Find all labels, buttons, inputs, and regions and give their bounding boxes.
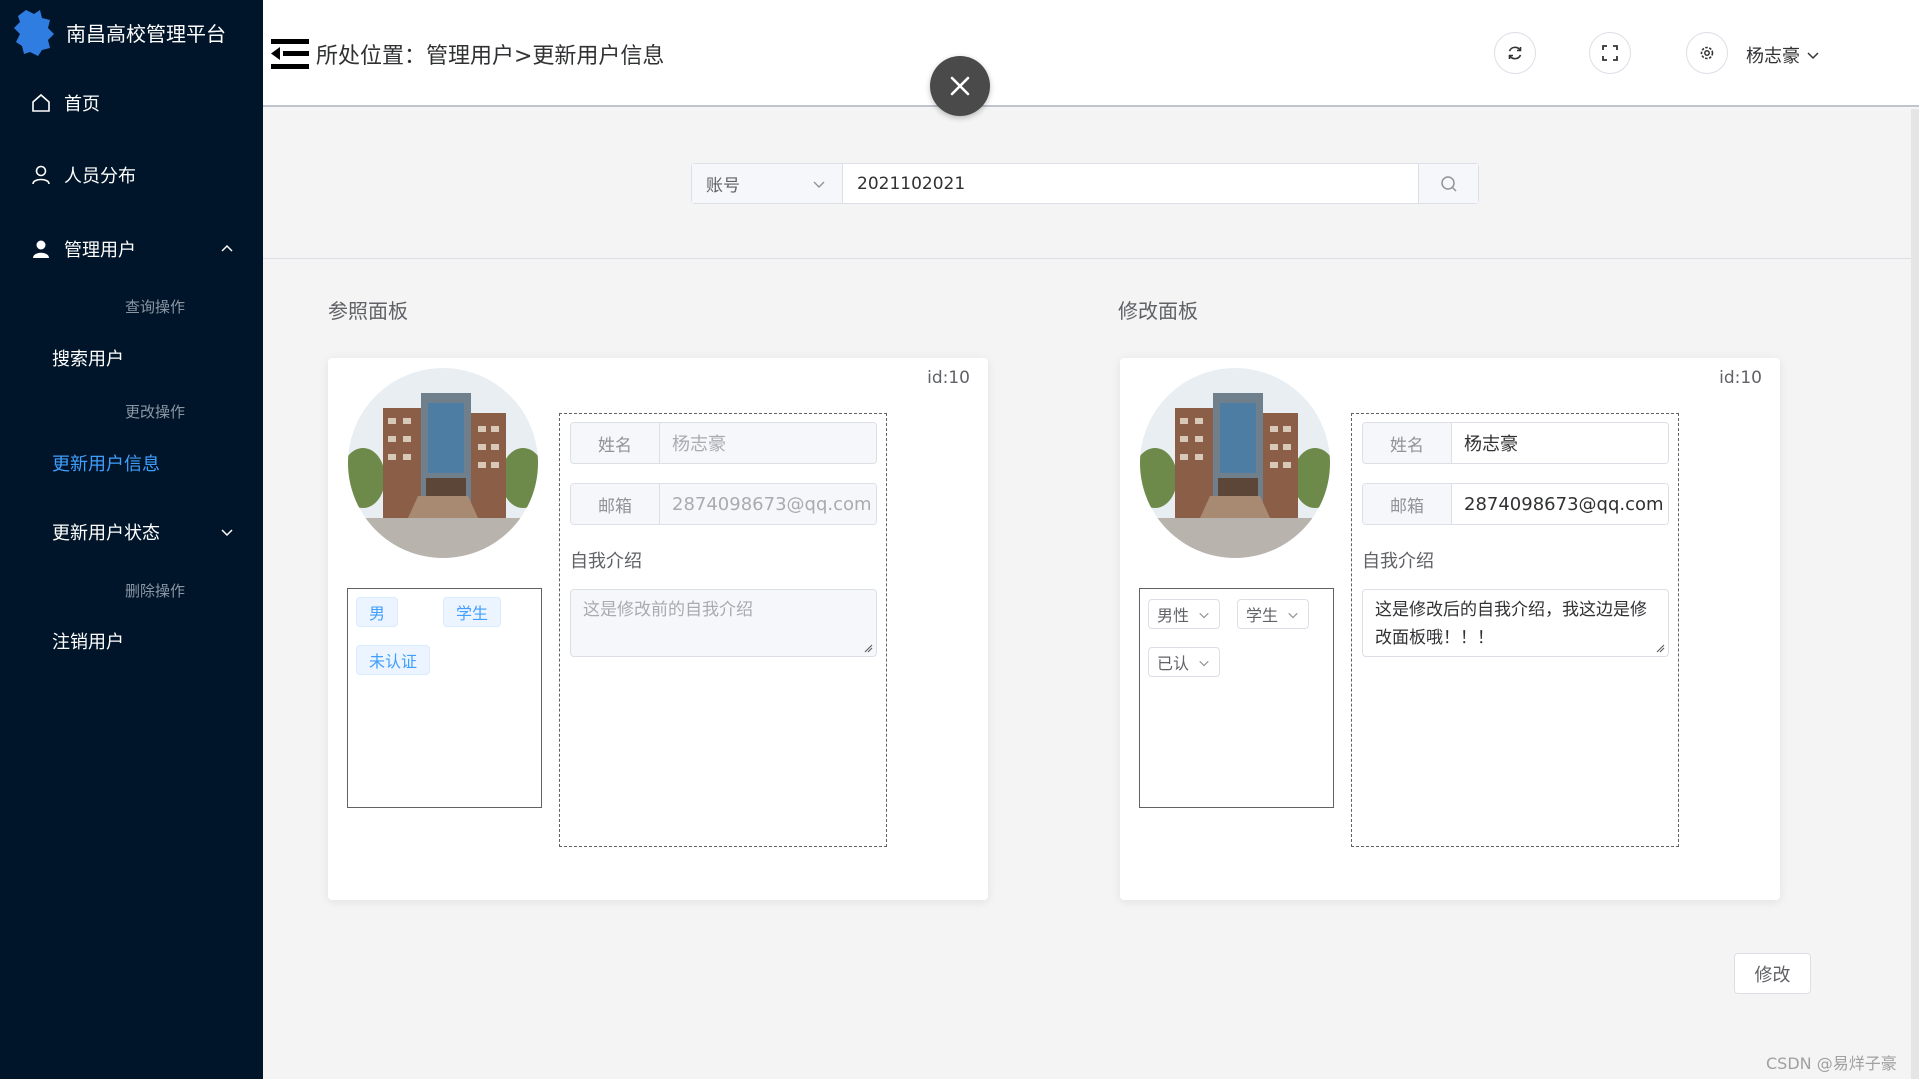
sidebar-item-label: 人员分布 <box>64 166 136 187</box>
email-input[interactable]: 2874098673@qq.com <box>1452 484 1668 524</box>
sidebar-item-update-user-info[interactable]: 更新用户信息 <box>0 438 263 488</box>
search-button[interactable] <box>1418 164 1478 203</box>
chevron-up-icon <box>221 244 233 252</box>
campus-building-image <box>1140 368 1330 558</box>
email-label: 邮箱 <box>571 484 660 524</box>
user-id: id:10 <box>1719 368 1762 388</box>
email-label: 邮箱 <box>1363 484 1452 524</box>
sidebar-item-update-user-status[interactable]: 更新用户状态 <box>0 507 263 557</box>
email-field[interactable]: 邮箱 2874098673@qq.com <box>1362 483 1669 525</box>
name-field: 姓名 杨志豪 <box>570 422 877 464</box>
group-title-label: 更改操作 <box>125 402 186 421</box>
user-tags-box: 男 学生 未认证 <box>347 588 542 808</box>
refresh-icon <box>1508 46 1522 60</box>
search-type-select[interactable]: 账号 <box>692 164 843 203</box>
sidebar-item-label: 搜索用户 <box>52 349 124 370</box>
email-value: 2874098673@qq.com <box>660 484 876 524</box>
intro-textarea: 这是修改前的自我介绍 <box>570 589 877 657</box>
search-icon <box>1440 175 1457 192</box>
search-input[interactable] <box>843 164 1418 203</box>
sidebar: 南昌高校管理平台 首页 人员分布 管理用户 查询操作 搜索用户 更改操作 更新用… <box>0 0 263 1079</box>
name-label: 姓名 <box>571 423 660 463</box>
sidebar-item-search-user[interactable]: 搜索用户 <box>0 333 263 383</box>
group-title-modify: 更改操作 <box>0 396 263 426</box>
sidebar-item-label: 管理用户 <box>64 240 136 261</box>
app-title: 南昌高校管理平台 <box>66 22 226 46</box>
name-label: 姓名 <box>1363 423 1452 463</box>
role-select-value: 学生 <box>1246 606 1279 625</box>
gender-tag: 男 <box>356 597 399 627</box>
resize-grip-icon <box>864 644 873 653</box>
reference-panel-card: id:10 男 学生 未认证 姓名 杨志豪 邮箱 2874098673@qq.c… <box>328 358 988 900</box>
sidebar-item-home[interactable]: 首页 <box>0 78 263 128</box>
sidebar-item-manage-users[interactable]: 管理用户 <box>0 224 263 274</box>
modify-panel-title: 修改面板 <box>1118 299 1198 323</box>
chevron-down-icon <box>813 181 825 188</box>
page-scrollbar[interactable] <box>1911 109 1919 1079</box>
submit-modify-button[interactable]: 修改 <box>1734 953 1811 994</box>
sidebar-item-people[interactable]: 人员分布 <box>0 150 263 200</box>
name-field[interactable]: 姓名 杨志豪 <box>1362 422 1669 464</box>
intro-text: 这是修改后的自我介绍，我这边是修改面板哦！！！ <box>1375 600 1647 648</box>
name-value: 杨志豪 <box>660 423 876 463</box>
gender-select-value: 男性 <box>1157 606 1190 625</box>
sidebar-item-label: 首页 <box>64 94 100 115</box>
user-outline-icon <box>32 165 50 185</box>
verification-tag: 未认证 <box>356 645 431 675</box>
intro-label: 自我介绍 <box>1362 551 1434 572</box>
modify-panel-card: id:10 男性 学生 已认 姓名 杨志豪 邮箱 2874098673@qq.c… <box>1120 358 1780 900</box>
sidebar-item-label: 更新用户状态 <box>52 523 160 544</box>
chevron-down-icon <box>1288 612 1298 619</box>
jiangxi-map-logo-icon <box>14 10 54 56</box>
chevron-down-icon <box>1199 660 1209 667</box>
home-icon <box>32 93 50 112</box>
chevron-down-icon <box>1807 52 1819 60</box>
user-selects-box: 男性 学生 已认 <box>1139 588 1334 808</box>
email-field: 邮箱 2874098673@qq.com <box>570 483 877 525</box>
fullscreen-icon <box>1602 45 1618 61</box>
sidebar-item-cancel-user[interactable]: 注销用户 <box>0 616 263 666</box>
verification-select-value: 已认 <box>1157 654 1190 673</box>
fullscreen-button[interactable] <box>1589 32 1631 74</box>
username: 杨志豪 <box>1746 46 1800 67</box>
gear-icon <box>1700 46 1714 60</box>
reference-form: 姓名 杨志豪 邮箱 2874098673@qq.com 自我介绍 这是修改前的自… <box>559 413 887 847</box>
menu-fold-icon[interactable] <box>269 36 311 72</box>
group-title-query: 查询操作 <box>0 291 263 321</box>
close-button[interactable] <box>930 56 990 116</box>
user-filled-icon <box>33 240 49 258</box>
refresh-button[interactable] <box>1494 32 1536 74</box>
intro-text: 这是修改前的自我介绍 <box>583 600 753 620</box>
intro-textarea[interactable]: 这是修改后的自我介绍，我这边是修改面板哦！！！ <box>1362 589 1669 657</box>
campus-building-image <box>348 368 538 558</box>
intro-label: 自我介绍 <box>570 551 642 572</box>
gender-select[interactable]: 男性 <box>1148 599 1221 629</box>
group-title-delete: 删除操作 <box>0 575 263 605</box>
watermark: CSDN @易烊子豪 <box>1766 1054 1897 1073</box>
sidebar-item-label: 注销用户 <box>52 632 124 653</box>
search-type-value: 账号 <box>706 176 740 196</box>
avatar[interactable] <box>1140 368 1330 558</box>
settings-button[interactable] <box>1686 32 1728 74</box>
name-input[interactable]: 杨志豪 <box>1452 423 1668 463</box>
avatar <box>348 368 538 558</box>
sidebar-item-label: 更新用户信息 <box>52 454 160 475</box>
logo-row[interactable]: 南昌高校管理平台 <box>0 0 263 64</box>
resize-grip-icon[interactable] <box>1655 643 1665 653</box>
search-bar: 账号 <box>691 163 1479 204</box>
role-tag: 学生 <box>443 597 502 627</box>
breadcrumb: 所处位置：管理用户>更新用户信息 <box>316 44 665 69</box>
verification-select[interactable]: 已认 <box>1148 647 1221 677</box>
chevron-down-icon <box>1199 612 1209 619</box>
user-id: id:10 <box>927 368 970 388</box>
close-icon <box>950 76 970 96</box>
role-select[interactable]: 学生 <box>1237 599 1310 629</box>
chevron-down-icon <box>221 529 233 537</box>
modify-form: 姓名 杨志豪 邮箱 2874098673@qq.com 自我介绍 这是修改后的自… <box>1351 413 1679 847</box>
header: 所处位置：管理用户>更新用户信息 杨志豪 <box>263 0 1919 107</box>
user-menu[interactable]: 杨志豪 <box>1746 42 1820 68</box>
group-title-label: 删除操作 <box>125 581 186 600</box>
reference-panel-title: 参照面板 <box>328 299 408 323</box>
group-title-label: 查询操作 <box>125 297 186 316</box>
